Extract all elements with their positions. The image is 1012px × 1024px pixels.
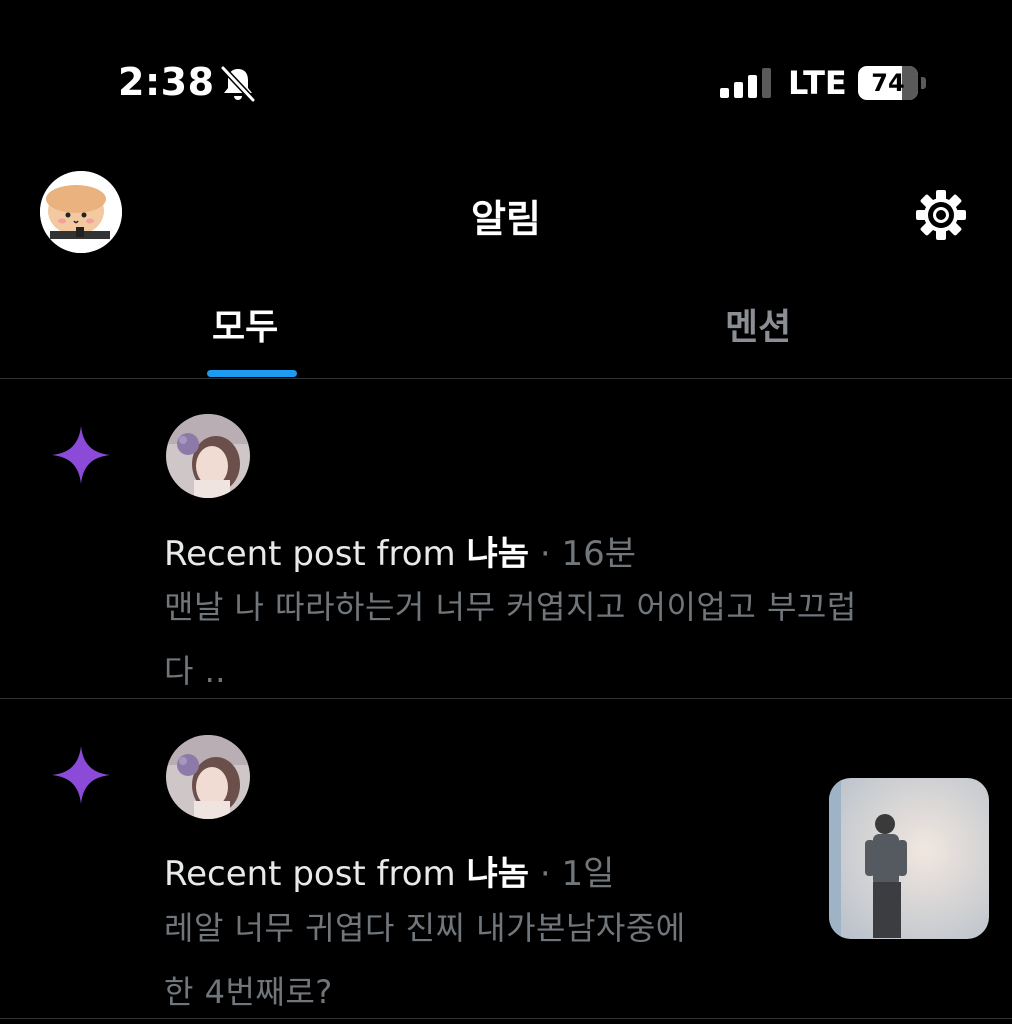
preview-line: 다 ..	[164, 652, 226, 690]
separator-dot: ·	[539, 854, 551, 894]
notification-preview: 레알 너무 귀엽다 진찌 내가본남자중에 한 4번째로?	[164, 896, 804, 1024]
gear-icon[interactable]	[912, 186, 970, 244]
media-thumbnail[interactable]	[829, 778, 989, 939]
user-avatar[interactable]	[166, 414, 250, 498]
preview-line: 레알 너무 귀엽다 진찌 내가본남자중에	[164, 909, 686, 947]
status-time: 2:38	[118, 60, 215, 104]
active-tab-indicator	[207, 370, 297, 377]
battery-percent: 74	[871, 69, 905, 97]
notification-divider	[0, 698, 1012, 699]
battery-icon: 74	[858, 66, 930, 100]
user-name[interactable]: 냐놈	[467, 534, 530, 574]
notification-divider	[0, 1018, 1012, 1019]
cellular-signal-icon	[720, 68, 771, 98]
preview-line: 맨날 나 따라하는거 너무 커엽지고 어이업고 부끄럽	[164, 588, 857, 626]
tab-all[interactable]: 모두	[212, 298, 278, 350]
tab-mentions[interactable]: 멘션	[725, 298, 791, 350]
notification-title: Recent post from 냐놈 · 1일	[164, 846, 614, 895]
preview-line: 한 4번째로?	[164, 973, 333, 1011]
notification-preview: 맨날 나 따라하는거 너무 커엽지고 어이업고 부끄럽 다 ..	[164, 575, 984, 703]
user-avatar[interactable]	[166, 735, 250, 819]
page-title: 알림	[471, 197, 541, 241]
spark-icon	[52, 426, 110, 484]
notification-time: 1일	[561, 854, 615, 894]
notification-prefix: Recent post from	[164, 534, 456, 574]
notifications-screen: 2:38 LTE 74 알림 모두 멘션 Recent post from 냐놈…	[0, 0, 1012, 1024]
network-type: LTE	[788, 64, 847, 102]
bell-muted-icon	[220, 65, 256, 103]
user-name[interactable]: 냐놈	[467, 854, 530, 894]
notification-prefix: Recent post from	[164, 854, 456, 894]
tabs-divider	[0, 378, 1012, 379]
separator-dot: ·	[539, 534, 551, 574]
spark-icon	[52, 746, 110, 804]
notification-time: 16분	[561, 534, 637, 574]
notification-title: Recent post from 냐놈 · 16분	[164, 526, 636, 575]
